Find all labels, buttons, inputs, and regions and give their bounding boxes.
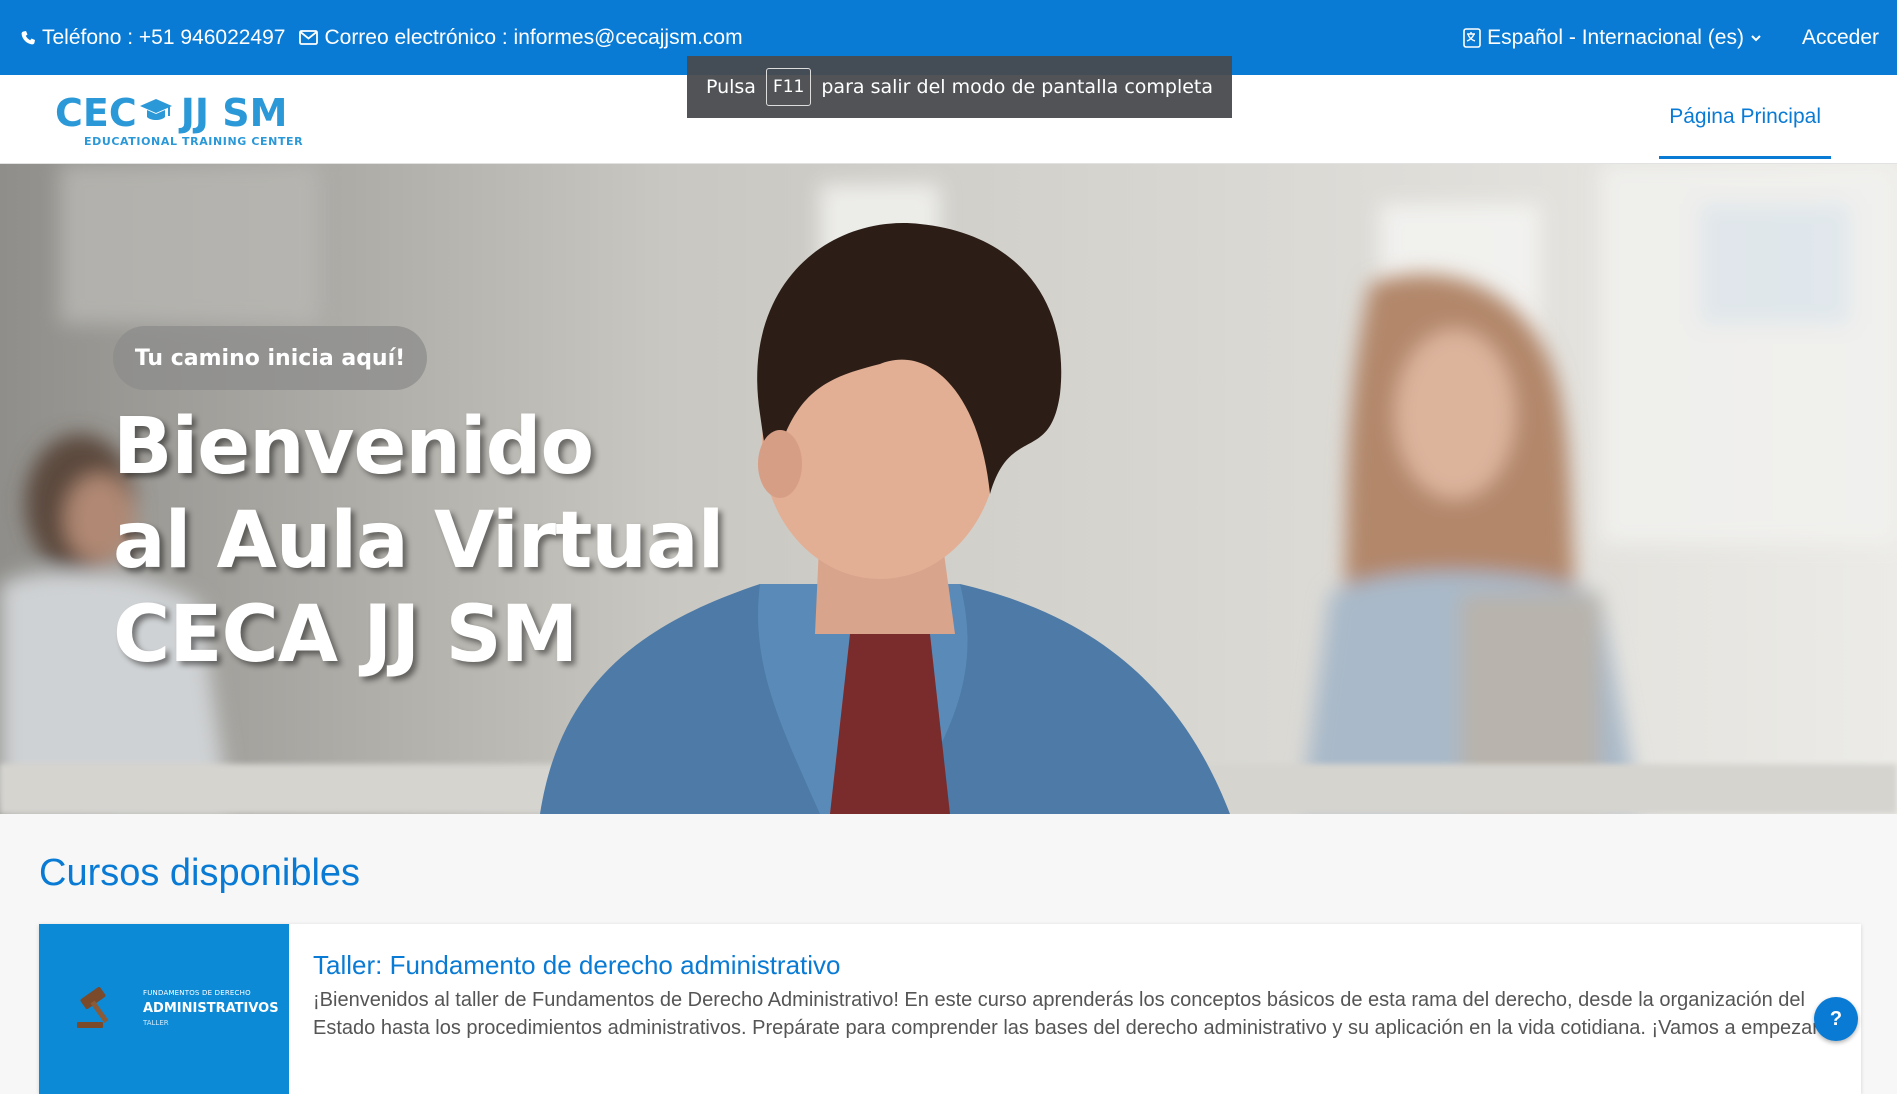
envelope-icon [299,30,319,45]
site-logo[interactable]: CEC JJ SM EDUCATIONAL TRAINING CENTER [55,93,310,153]
help-button[interactable]: ? [1814,997,1858,1041]
course-thumbnail[interactable]: FUNDAMENTOS DE DERECHO ADMINISTRATIVOS T… [39,924,289,1094]
thumb-tag: TALLER [143,1019,169,1027]
phone-icon [20,30,36,46]
thumb-title: ADMINISTRATIVOS [143,1001,279,1016]
logo-text-left: CEC [55,91,137,135]
hero-title-line: Bienvenido [113,402,594,492]
fullscreen-notice-after: para salir del modo de pantalla completa [821,76,1214,98]
language-label: Español - Internacional (es) [1487,25,1744,49]
thumb-subtitle: FUNDAMENTOS DE DERECHO [143,989,251,997]
course-title-link[interactable]: Taller: Fundamento de derecho administra… [313,950,841,981]
course-card[interactable]: FUNDAMENTOS DE DERECHO ADMINISTRATIVOS T… [39,924,1861,1094]
hero-title-line: al Aula Virtual [113,496,724,586]
hero-title-line: CECA JJ SM [113,590,578,680]
nav-home-link[interactable]: Página Principal [1659,105,1831,159]
login-link[interactable]: Acceder [1802,26,1879,50]
f11-key: F11 [765,68,812,106]
email-contact[interactable]: Correo electrónico : informes@cecajjsm.c… [299,25,743,50]
hero-banner: Tu camino inicia aquí! Bienvenido al Aul… [0,164,1897,814]
fullscreen-notice-before: Pulsa [705,76,756,98]
logo-wordmark: CEC JJ SM [55,93,310,133]
hero-badge: Tu camino inicia aquí! [113,326,427,390]
gavel-icon [77,986,109,1028]
phone-text: Teléfono : +51 946022497 [42,25,286,49]
hero-title: Bienvenido al Aula Virtual CECA JJ SM [113,400,813,682]
course-description: ¡Bienvenidos al taller de Fundamentos de… [313,989,1842,1039]
language-icon [1463,27,1481,48]
language-selector[interactable]: Español - Internacional (es) [1463,26,1762,50]
fullscreen-notice: Pulsa F11 para salir del modo de pantall… [687,56,1232,118]
chevron-down-icon [1750,33,1762,43]
email-text: Correo electrónico : informes@cecajjsm.c… [324,25,743,49]
contact-info: Teléfono : +51 946022497 Correo electrón… [20,26,743,50]
courses-heading: Cursos disponibles [39,852,361,894]
logo-text-right: JJ SM [180,91,288,135]
logo-subtitle: EDUCATIONAL TRAINING CENTER [84,135,304,148]
topbar-actions: Español - Internacional (es) Acceder [1463,26,1879,50]
graduation-cap-icon [139,93,173,133]
phone-contact[interactable]: Teléfono : +51 946022497 [20,26,285,50]
